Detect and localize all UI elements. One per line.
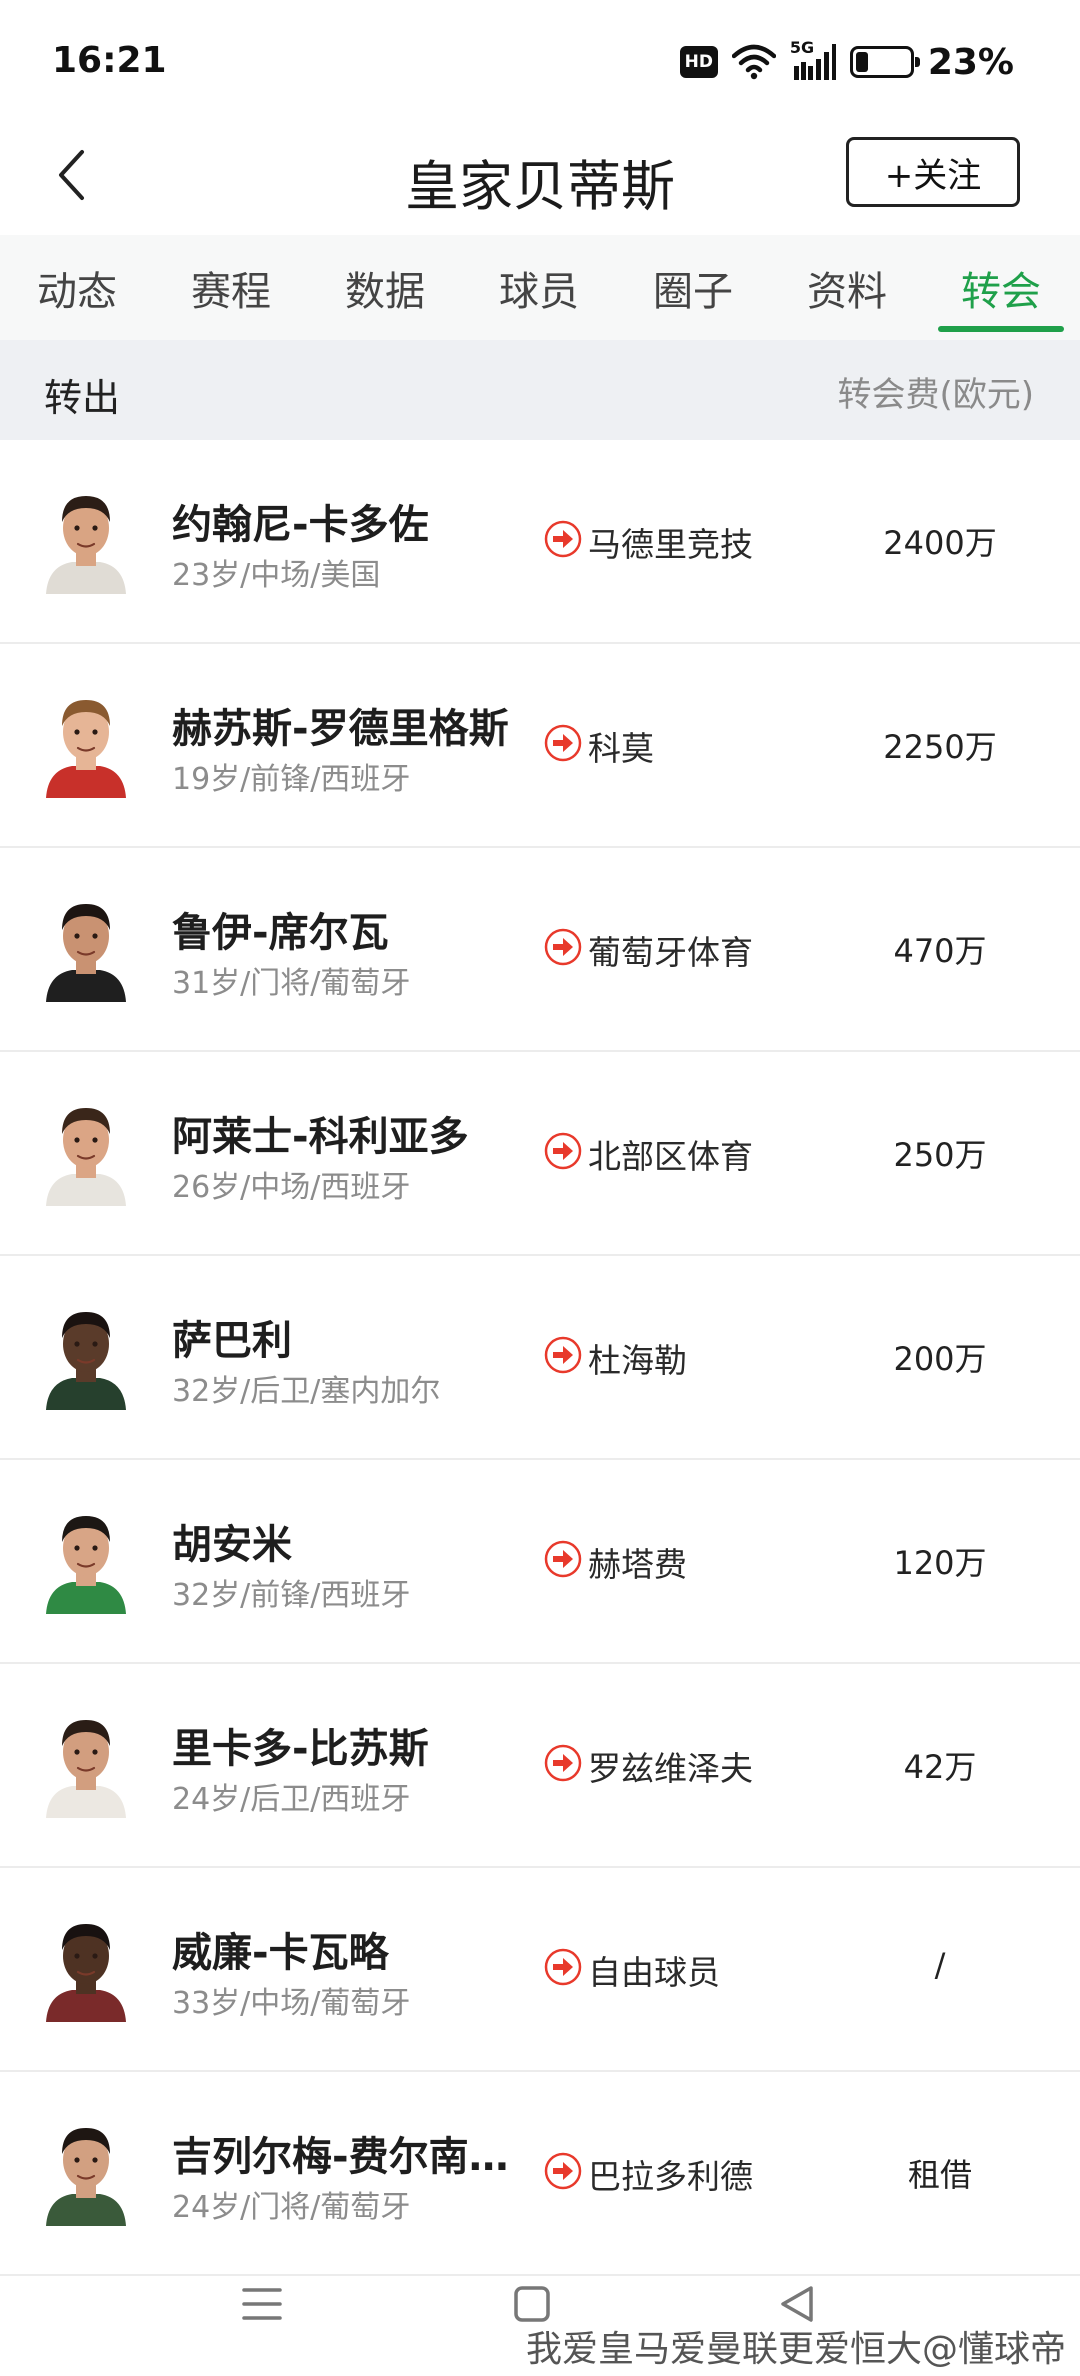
transfer-row[interactable]: 萨巴利 32岁/后卫/塞内加尔 杜海勒 200万 — [0, 1256, 1080, 1460]
app-header: 皇家贝蒂斯 +关注 — [0, 120, 1080, 235]
transfer-row[interactable]: 吉列尔梅-费尔南… 24岁/门将/葡萄牙 巴拉多利德 租借 — [0, 2072, 1080, 2276]
player-meta: 24岁/后卫/西班牙 — [172, 1782, 411, 1817]
transfer-list: 约翰尼-卡多佐 23岁/中场/美国 马德里竞技 2400万赫苏斯-罗德里格斯 19岁/前… — [0, 440, 1080, 2276]
player-name: 阿莱士-科利亚多 — [172, 1114, 469, 1160]
transfer-fee: 470万 — [893, 932, 987, 970]
tab-0[interactable]: 动态 — [0, 235, 154, 340]
transfer-arrow-icon — [544, 724, 582, 762]
player-name: 赫苏斯-罗德里格斯 — [172, 706, 509, 752]
transfer-row[interactable]: 约翰尼-卡多佐 23岁/中场/美国 马德里竞技 2400万 — [0, 440, 1080, 644]
transfer-arrow-icon — [544, 520, 582, 558]
player-name: 威廉-卡瓦略 — [172, 1930, 389, 1976]
destination-club: 巴拉多利德 — [588, 2157, 753, 2196]
player-name: 鲁伊-席尔瓦 — [172, 910, 389, 956]
tab-3[interactable]: 球员 — [462, 235, 616, 340]
player-avatar — [42, 1094, 130, 1206]
follow-button[interactable]: +关注 — [846, 137, 1020, 207]
destination-club: 赫塔费 — [588, 1545, 687, 1584]
player-avatar — [42, 890, 130, 1002]
transfer-arrow-icon — [544, 1336, 582, 1374]
system-nav-bar: 我爱皇马爱曼联更爱恒大@懂球帝 — [0, 2250, 1080, 2376]
tab-2[interactable]: 数据 — [308, 235, 462, 340]
fee-column-label: 转会费(欧元) — [837, 375, 1034, 415]
destination-club: 自由球员 — [588, 1953, 720, 1992]
tab-1[interactable]: 赛程 — [154, 235, 308, 340]
tab-6[interactable]: 转会 — [924, 235, 1078, 340]
player-meta: 32岁/后卫/塞内加尔 — [172, 1374, 441, 1409]
watermark: 我爱皇马爱曼联更爱恒大@懂球帝 — [525, 2329, 1066, 2370]
transfer-row[interactable]: 赫苏斯-罗德里格斯 19岁/前锋/西班牙 科莫 2250万 — [0, 644, 1080, 848]
transfer-fee: 250万 — [893, 1136, 987, 1174]
transfer-arrow-icon — [544, 1744, 582, 1782]
player-name: 里卡多-比苏斯 — [172, 1726, 429, 1772]
transfer-arrow-icon — [544, 1132, 582, 1170]
transfer-row[interactable]: 里卡多-比苏斯 24岁/后卫/西班牙 罗兹维泽夫 42万 — [0, 1664, 1080, 1868]
transfer-fee: 120万 — [893, 1544, 987, 1582]
transfer-row[interactable]: 鲁伊-席尔瓦 31岁/门将/葡萄牙 葡萄牙体育 470万 — [0, 848, 1080, 1052]
transfer-fee: 2250万 — [883, 728, 997, 766]
player-avatar — [42, 482, 130, 594]
player-avatar — [42, 2114, 130, 2226]
transfer-fee: 200万 — [893, 1340, 987, 1378]
player-name: 约翰尼-卡多佐 — [172, 502, 429, 548]
transfer-arrow-icon — [544, 1540, 582, 1578]
transfer-arrow-icon — [544, 2152, 582, 2190]
transfer-fee: 42万 — [903, 1748, 977, 1786]
transfer-row[interactable]: 胡安米 32岁/前锋/西班牙 赫塔费 120万 — [0, 1460, 1080, 1664]
transfer-fee: 租借 — [907, 2156, 972, 2194]
battery-level — [855, 52, 868, 72]
player-meta: 19岁/前锋/西班牙 — [172, 762, 411, 797]
transfer-row[interactable]: 威廉-卡瓦略 33岁/中场/葡萄牙 自由球员 / — [0, 1868, 1080, 2072]
signal-5g-icon: 5G — [790, 38, 836, 82]
transfer-row[interactable]: 阿莱士-科利亚多 26岁/中场/西班牙 北部区体育 250万 — [0, 1052, 1080, 1256]
player-meta: 26岁/中场/西班牙 — [172, 1170, 411, 1205]
section-title: 转出 — [44, 376, 121, 420]
status-bar: 16:21 HD 5G 23% — [0, 0, 1080, 120]
transfer-arrow-icon — [544, 928, 582, 966]
transfer-fee: / — [934, 1946, 946, 1984]
tab-5[interactable]: 资料 — [770, 235, 924, 340]
player-name: 萨巴利 — [172, 1318, 292, 1364]
player-meta: 32岁/前锋/西班牙 — [172, 1578, 411, 1613]
battery-percentage: 23% — [927, 41, 1014, 83]
tab-bar: 动态 赛程 数据 球员 圈子 资料 转会 — [0, 235, 1080, 340]
player-meta: 33岁/中场/葡萄牙 — [172, 1986, 411, 2021]
player-avatar — [42, 1910, 130, 2022]
player-meta: 23岁/中场/美国 — [172, 558, 381, 593]
player-avatar — [42, 1502, 130, 1614]
status-time: 16:21 — [52, 40, 167, 81]
section-header: 转出 转会费(欧元) — [0, 340, 1080, 440]
player-avatar — [42, 686, 130, 798]
player-avatar — [42, 1706, 130, 1818]
transfer-fee: 2400万 — [883, 524, 997, 562]
destination-club: 葡萄牙体育 — [588, 933, 753, 972]
player-name: 胡安米 — [172, 1522, 292, 1568]
destination-club: 马德里竞技 — [588, 525, 753, 564]
hd-icon: HD — [679, 46, 718, 78]
tab-4[interactable]: 圈子 — [616, 235, 770, 340]
destination-club: 北部区体育 — [588, 1137, 753, 1176]
menu-icon[interactable] — [232, 2274, 292, 2334]
player-avatar — [42, 1298, 130, 1410]
wifi-icon — [731, 44, 776, 80]
player-name: 吉列尔梅-费尔南… — [172, 2134, 509, 2180]
destination-club: 罗兹维泽夫 — [588, 1749, 753, 1788]
status-icons: HD 5G 23% — [679, 38, 1014, 84]
destination-club: 杜海勒 — [588, 1341, 687, 1380]
transfer-arrow-icon — [544, 1948, 582, 1986]
battery-icon — [849, 46, 920, 78]
destination-club: 科莫 — [588, 729, 654, 768]
player-meta: 31岁/门将/葡萄牙 — [172, 966, 411, 1001]
player-meta: 24岁/门将/葡萄牙 — [172, 2190, 411, 2225]
